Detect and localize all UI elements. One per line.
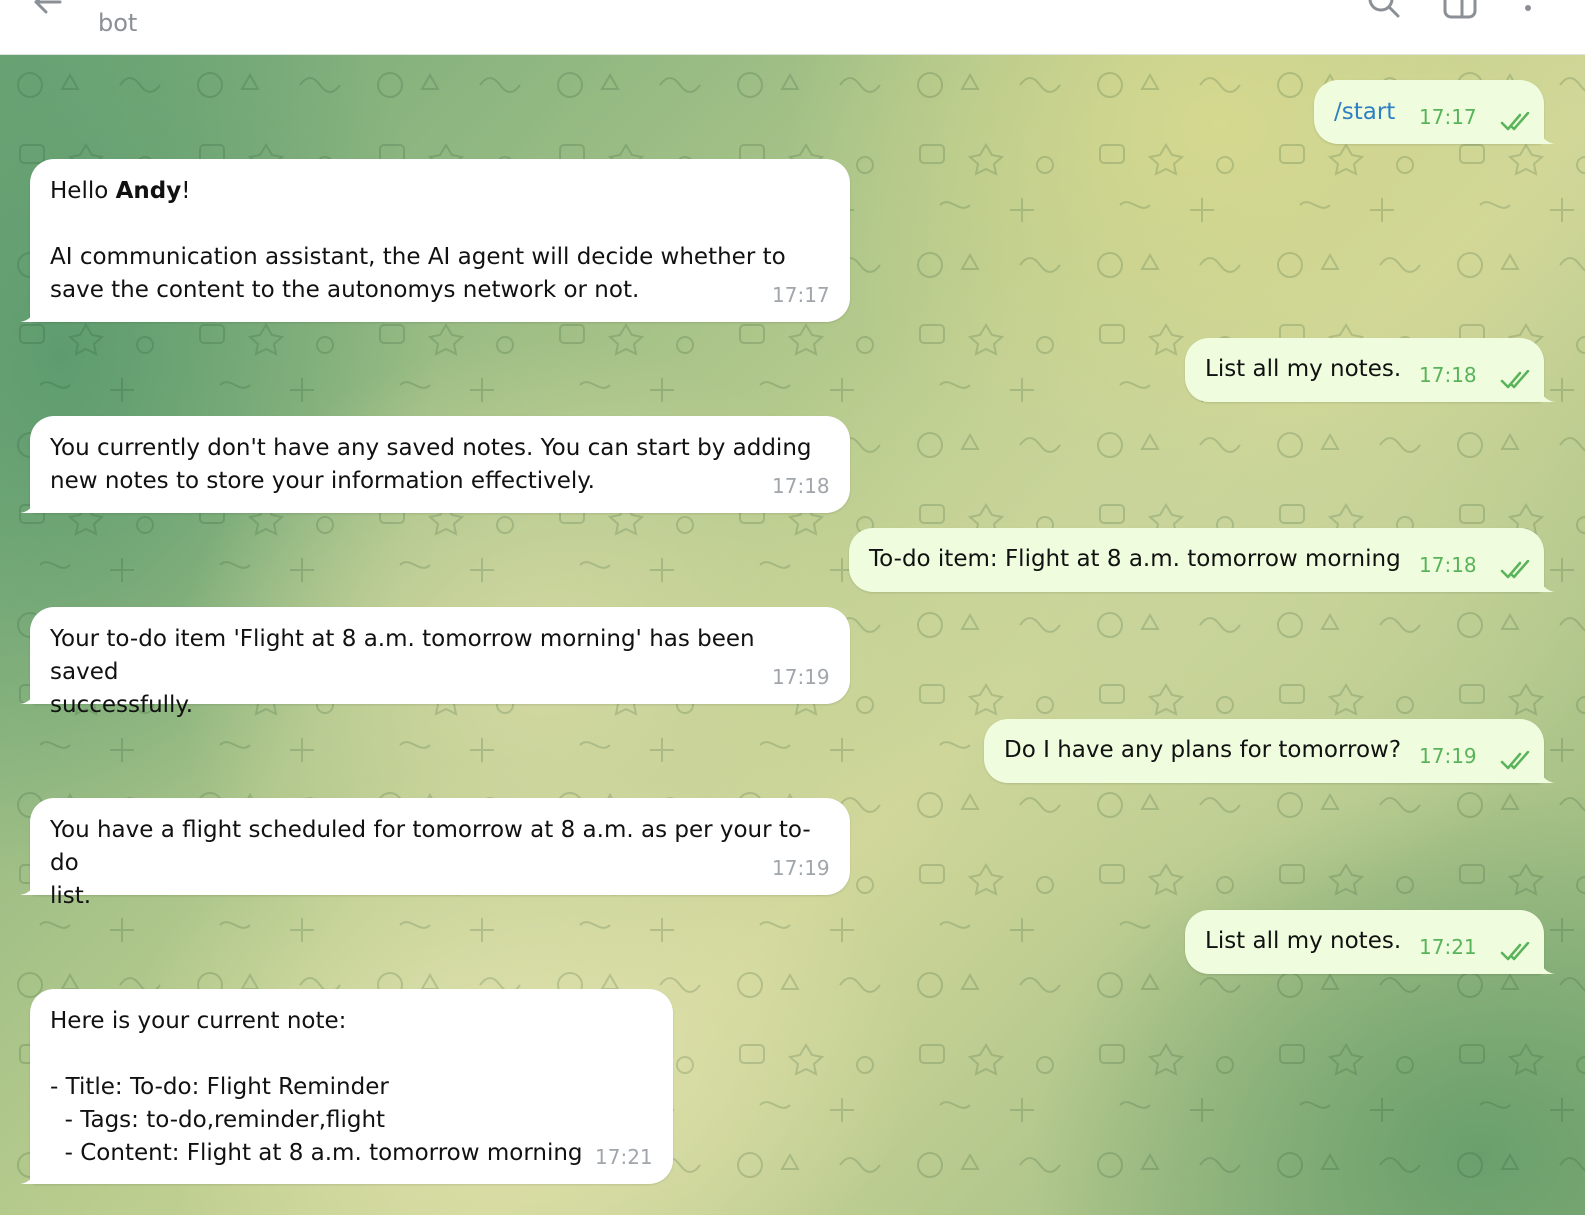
message-outgoing[interactable]: List all my notes. 17:21	[1185, 910, 1555, 974]
message-incoming[interactable]: Here is your current note: - Title: To-d…	[20, 989, 673, 1184]
double-check-icon	[1500, 560, 1530, 579]
bubble-tail	[20, 495, 36, 513]
bubble-tail	[1539, 765, 1555, 783]
message-text: Here is your current note: - Title: To-d…	[50, 1008, 583, 1166]
message-time: 17:19	[772, 856, 830, 880]
chat-message-list[interactable]: /start 17:17 Hello Andy! AI communicatio…	[0, 55, 1585, 1215]
message-text: You currently don't have any saved notes…	[50, 435, 812, 494]
more-vertical-icon[interactable]	[1510, 0, 1546, 20]
bubble-tail	[1539, 574, 1555, 592]
chat-subtitle: bot	[98, 9, 138, 37]
message-text: You have a flight scheduled for tomorrow…	[50, 817, 811, 909]
double-check-icon	[1500, 942, 1530, 961]
message-outgoing[interactable]: To-do item: Flight at 8 a.m. tomorrow mo…	[849, 528, 1555, 592]
message-time: 17:17	[772, 283, 830, 307]
double-check-icon	[1500, 370, 1530, 389]
bubble-tail	[20, 877, 36, 895]
message-text: AI communication assistant, the AI agent…	[50, 244, 786, 303]
message-time: 17:18	[1419, 363, 1477, 387]
bubble-tail	[1539, 384, 1555, 402]
message-outgoing[interactable]: List all my notes. 17:18	[1185, 338, 1555, 402]
search-icon[interactable]	[1366, 0, 1402, 20]
message-time: 17:19	[1419, 744, 1477, 768]
chat-header: bot	[0, 0, 1585, 55]
message-text: Your to-do item 'Flight at 8 a.m. tomorr…	[50, 626, 755, 718]
message-time: 17:18	[1419, 553, 1477, 577]
message-time: 17:19	[772, 665, 830, 689]
bubble-tail	[1539, 126, 1555, 144]
user-name: Andy	[115, 178, 182, 204]
message-incoming[interactable]: Your to-do item 'Flight at 8 a.m. tomorr…	[20, 607, 850, 718]
bubble-tail	[20, 686, 36, 704]
back-arrow-icon[interactable]	[30, 0, 66, 20]
message-text: List all my notes.	[1205, 356, 1402, 382]
double-check-icon	[1500, 751, 1530, 770]
message-outgoing[interactable]: Do I have any plans for tomorrow? 17:19	[984, 719, 1555, 783]
message-time: 17:21	[1419, 935, 1477, 959]
bubble-tail	[20, 1166, 36, 1184]
double-check-icon	[1500, 112, 1530, 131]
bubble-tail	[1539, 956, 1555, 974]
message-incoming[interactable]: Hello Andy! AI communication assistant, …	[20, 159, 850, 322]
message-time: 17:18	[772, 474, 830, 498]
message-text: Hello Andy!	[50, 178, 191, 204]
bubble-tail	[20, 304, 36, 322]
layout-icon[interactable]	[1442, 0, 1478, 20]
message-outgoing[interactable]: /start 17:17	[1314, 80, 1555, 144]
message-incoming[interactable]: You have a flight scheduled for tomorrow…	[20, 798, 850, 909]
message-time: 17:21	[595, 1145, 653, 1169]
message-incoming[interactable]: You currently don't have any saved notes…	[20, 416, 850, 513]
message-text: List all my notes.	[1205, 928, 1402, 954]
message-time: 17:17	[1419, 105, 1477, 129]
